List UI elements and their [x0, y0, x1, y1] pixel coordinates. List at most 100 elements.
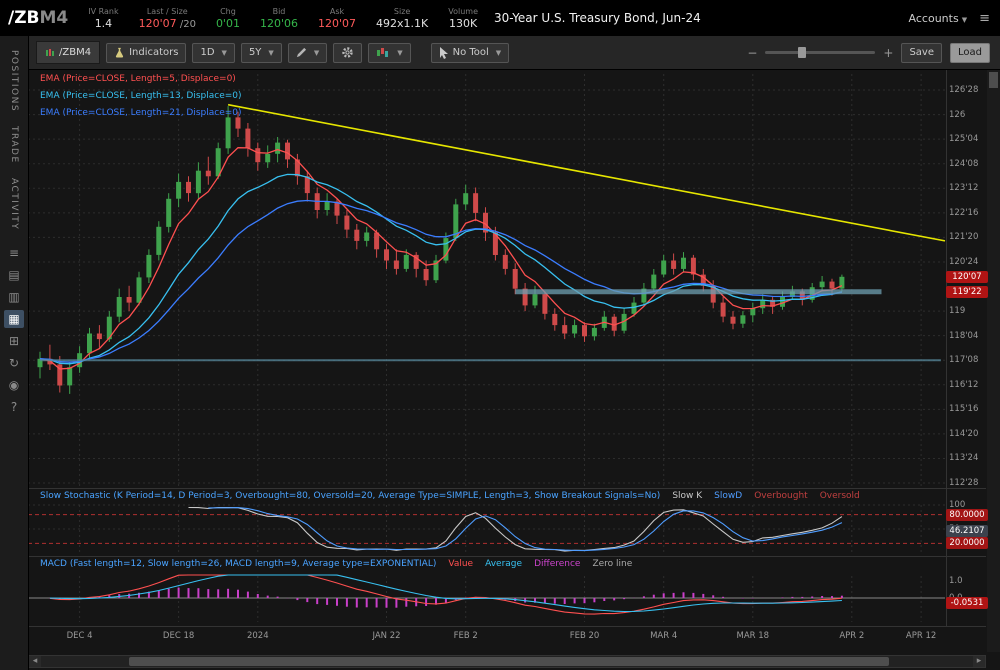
settings-button[interactable] [333, 43, 362, 63]
chart-style-dropdown[interactable]: ▼ [368, 43, 410, 63]
candle [721, 303, 726, 317]
candle [661, 261, 666, 275]
chevron-down-icon: ▼ [397, 49, 402, 57]
candle [503, 255, 508, 269]
candle [731, 317, 736, 324]
price-axis-label: 123'12 [949, 183, 978, 193]
candle [226, 117, 231, 148]
cursor-icon [439, 47, 449, 59]
header-stat: Size492x1.1K [376, 7, 428, 30]
save-button[interactable]: Save [901, 43, 942, 63]
descending-trendline[interactable] [228, 105, 945, 241]
drawing-tools-dropdown[interactable]: ▼ [288, 43, 327, 63]
stat-value: 120'06 [260, 17, 298, 30]
horizontal-scroll-thumb[interactable] [129, 657, 889, 666]
stat-value: 492x1.1K [376, 17, 428, 30]
candle [740, 315, 745, 323]
legend-item: Oversold [820, 491, 860, 501]
accounts-dropdown[interactable]: Accounts▼ [909, 12, 968, 25]
price-axis-label: 117'08 [949, 355, 978, 365]
candle [513, 269, 518, 289]
legend-item: Difference [534, 559, 580, 569]
stat-label: Volume [448, 7, 478, 16]
sidebar-apps-icon[interactable]: ⊞ [4, 332, 24, 350]
chevron-down-icon: ▼ [496, 49, 501, 57]
sidebar-chart-icon[interactable]: ▦ [4, 310, 24, 328]
pane-divider[interactable] [28, 556, 986, 557]
zoom-out-button[interactable]: − [747, 46, 757, 60]
load-button[interactable]: Load [950, 43, 990, 63]
price-axis-label: 125'04 [949, 134, 978, 144]
price-axis-label: 113'24 [949, 453, 978, 463]
scroll-left-arrow[interactable]: ◂ [29, 656, 41, 667]
header-stats: IV Rank1.4Last / Size120'07 /20Chg0'01Bi… [88, 7, 478, 30]
range-dropdown[interactable]: 5Y▼ [241, 43, 282, 63]
zoom-slider[interactable] [765, 51, 875, 54]
sidebar-tab-activity[interactable]: ACTIVITY [9, 178, 19, 230]
price-axis-label: 116'12 [949, 380, 978, 390]
candle [612, 317, 617, 331]
ema-study-label: EMA (Price=CLOSE, Length=21, Displace=0) [40, 108, 242, 118]
stat-label: IV Rank [88, 7, 118, 16]
sidebar-quotes-icon[interactable]: ▥ [4, 288, 24, 306]
pane-divider [28, 626, 986, 627]
sidebar-tab-positions[interactable]: POSITIONS [9, 50, 19, 112]
sidebar-community-icon[interactable]: ◉ [4, 376, 24, 394]
price-axis-label: 126'28 [949, 85, 978, 95]
candle [671, 261, 676, 269]
candle [582, 325, 587, 336]
price-axis-label: 115'16 [949, 404, 978, 414]
candle [186, 182, 191, 193]
date-axis-label: FEB 20 [570, 631, 600, 641]
candle [384, 249, 389, 260]
sidebar-help-icon[interactable]: ? [4, 398, 24, 416]
zoom-slider-thumb[interactable] [798, 47, 806, 58]
candle [117, 297, 122, 317]
app-header: /ZBM4 IV Rank1.4Last / Size120'07 /20Chg… [0, 0, 1000, 36]
sidebar-history-icon[interactable]: ↻ [4, 354, 24, 372]
candle [364, 233, 369, 241]
candle [67, 367, 72, 385]
pane-divider[interactable] [28, 488, 986, 489]
chart-tab[interactable]: /ZBM4 [36, 41, 100, 64]
flask-icon [114, 47, 125, 58]
candle [562, 325, 567, 333]
candle [196, 171, 201, 194]
header-menu-icon[interactable]: ≡ [979, 11, 990, 26]
stoch-value-bubble: 20.0000 [946, 537, 988, 549]
tool-dropdown[interactable]: No Tool▼ [431, 43, 510, 63]
legend-item: Slow K [672, 491, 702, 501]
candle [820, 282, 825, 288]
symbol-root: /ZB [8, 8, 40, 28]
scroll-right-arrow[interactable]: ▸ [973, 656, 985, 667]
stat-value: 1.4 [88, 17, 118, 30]
vertical-scroll-thumb[interactable] [989, 72, 998, 88]
instrument-title: 30-Year U.S. Treasury Bond, Jun-24 [494, 11, 701, 25]
symbol-suffix: M4 [40, 8, 69, 28]
horizontal-scrollbar[interactable]: ◂ ▸ [28, 655, 986, 668]
chart-area[interactable]: ◂ ▸ 126'28126125'04124'08123'12122'16121… [28, 70, 1000, 670]
price-axis-label: 114'20 [949, 429, 978, 439]
candle [394, 261, 399, 269]
timeframe-dropdown[interactable]: 1D▼ [192, 43, 234, 63]
date-axis-label: MAR 18 [737, 631, 770, 641]
sidebar-watchlist-icon[interactable]: ≡ [4, 244, 24, 262]
pencil-icon [296, 47, 307, 58]
chart-style-icon [376, 47, 390, 59]
stoch-value-bubble: 46.2107 [946, 525, 988, 537]
candle [127, 297, 132, 303]
candle [137, 277, 142, 302]
vertical-scrollbar[interactable] [987, 70, 1000, 652]
header-stat: Volume130K [448, 7, 478, 30]
indicators-button[interactable]: Indicators [106, 43, 186, 63]
price-bubble: 120'07 [946, 271, 988, 283]
sidebar-tab-trade[interactable]: TRADE [9, 126, 19, 164]
sidebar-grid-list-icon[interactable]: ▤ [4, 266, 24, 284]
ema-line-21 [40, 201, 842, 363]
zoom-in-button[interactable]: + [883, 46, 893, 60]
price-bubble: 119'22 [946, 286, 988, 298]
stat-label: Last / Size [139, 7, 196, 16]
candle [354, 230, 359, 241]
candle [533, 294, 538, 305]
stat-value: 120'07 [318, 17, 356, 30]
